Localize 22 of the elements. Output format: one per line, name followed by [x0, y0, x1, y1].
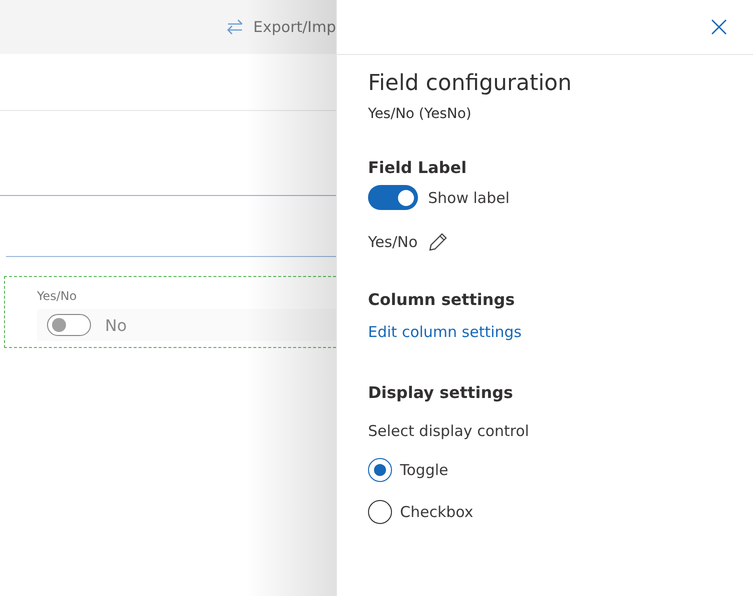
radio-button[interactable]	[368, 458, 392, 482]
toggle-value: No	[105, 316, 127, 334]
section-heading: Display settings	[368, 383, 514, 402]
swap-arrows-icon	[226, 18, 244, 36]
pencil-icon[interactable]	[428, 232, 448, 252]
section-heading: Field Label	[368, 158, 468, 177]
close-button[interactable]	[711, 19, 727, 35]
radio-option[interactable]: Toggle	[368, 458, 733, 482]
close-icon	[711, 19, 727, 35]
section-heading: Column settings	[368, 290, 516, 309]
edit-column-settings-link[interactable]: Edit column settings	[368, 323, 733, 341]
radio-button[interactable]	[368, 500, 392, 524]
panel-title: Field configuration	[368, 71, 573, 96]
field-label: Yes/No	[37, 289, 78, 303]
export-import-button[interactable]: Export/Imp	[226, 18, 336, 36]
label-value: Yes/No	[368, 233, 418, 251]
prompt-text: Select display control	[368, 422, 530, 440]
radio-option[interactable]: Checkbox	[368, 500, 733, 524]
toggle-switch[interactable]	[47, 314, 91, 336]
panel-subtitle: Yes/No (YesNo)	[368, 106, 472, 122]
show-label-toggle[interactable]	[368, 185, 418, 210]
toggle-label: Show label	[428, 188, 510, 206]
